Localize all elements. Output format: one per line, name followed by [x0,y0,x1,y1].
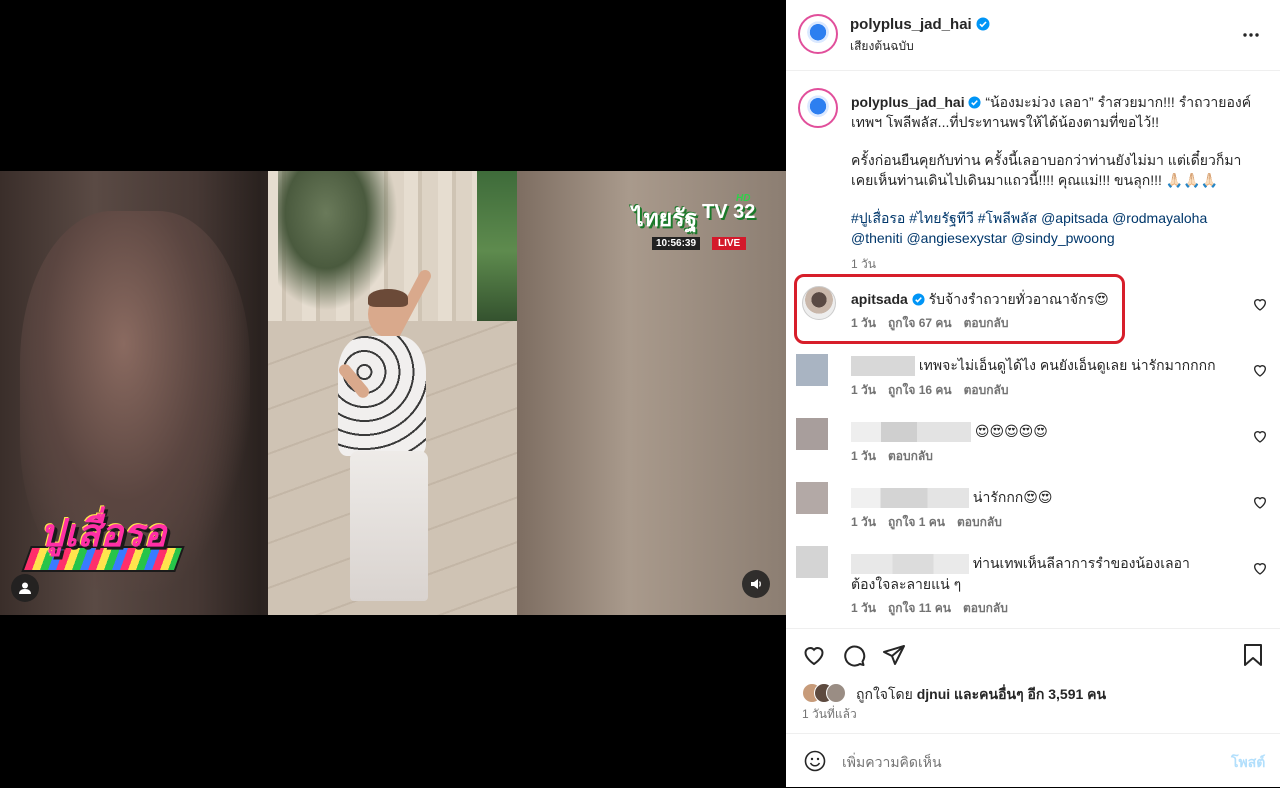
comment-item: 😍😍😍😍😍 1 วัน ตอบกลับ [851,421,1231,466]
blurred-username [851,356,915,377]
reply-button[interactable]: ตอบกลับ [963,601,1008,615]
blurred-avatar [796,418,828,450]
comment-icon[interactable] [842,643,866,667]
blurred-avatar [796,354,828,386]
sound-toggle-button[interactable] [742,570,770,598]
reply-button[interactable]: ตอบกลับ [888,449,933,463]
comment-heart-icon[interactable] [1252,494,1268,510]
verified-icon [968,96,982,109]
channel-name: ไทยรัฐ [632,205,698,231]
more-horizontal-icon[interactable] [1242,27,1260,43]
video-frame [268,171,517,615]
live-badge: LIVE [712,237,747,250]
live-timestamp: 10:56:39 [652,237,701,250]
liker-username[interactable]: djnui [917,686,950,702]
blurred-avatar [796,482,828,514]
caption-avatar[interactable] [798,88,838,128]
caption-time: 1 วัน [851,257,876,271]
comment-heart-icon[interactable] [1252,296,1268,312]
comment-username[interactable]: apitsada [851,291,908,307]
child-hair [368,289,408,307]
comment-text: รับจ้างรำถวายทั่วอาณาจักร😍 [928,291,1109,307]
post-panel: polyplus_jad_hai เสียงต้นฉบับ polyplus_j… [786,0,1280,787]
comment-heart-icon[interactable] [1252,428,1268,444]
caption-username[interactable]: polyplus_jad_hai [851,94,965,110]
comment-item: ท่านเทพเห็นลีลาการรำของน้องเลอา ต้องใจละ… [851,553,1231,618]
audio-label[interactable]: เสียงต้นฉบับ [850,37,914,56]
comment-time: 1 วัน [851,515,876,530]
blurred-username [851,422,971,443]
verified-icon [976,17,990,31]
liker-avatars [802,683,846,703]
user-icon [19,582,31,594]
comment-text: เทพจะไม่เอ็นดูได้ไง คนยังเอ็นดูเลย น่ารั… [918,357,1216,373]
reply-button[interactable]: ตอบกลับ [964,383,1009,397]
caption-text-2: ครั้งก่อนยืนคุยกับท่าน ครั้งนี้เลอาบอกว่… [851,152,1242,188]
comment-item: apitsada รับจ้างรำถวายทั่วอาณาจักร😍 1 วั… [851,289,1231,333]
bookmark-icon[interactable] [1242,643,1264,667]
child-top [338,336,426,456]
reply-button[interactable]: ตอบกลับ [964,316,1009,330]
comment-heart-icon[interactable] [1252,362,1268,378]
media-viewer: ไทยรัฐ TV 32 HD 10:56:39 LIVE ปูเสื่อรอ [0,0,786,787]
reply-button[interactable]: ตอบกลับ [957,515,1002,529]
header-username[interactable]: polyplus_jad_hai [850,16,972,33]
likes-prefix: ถูกใจโดย [856,686,913,702]
comment-input[interactable] [840,749,1204,775]
user-tags-button[interactable] [11,574,39,602]
comment-item: เทพจะไม่เอ็นดูได้ไง คนยังเอ็นดูเลย น่ารั… [851,355,1231,400]
comment-item: น่ารักกก😍😍 1 วัน ถูกใจ 1 คน ตอบกลับ [851,487,1231,532]
blurred-username [851,488,969,509]
comment-time: 1 วัน [851,601,876,616]
send-icon[interactable] [882,643,906,667]
channel-hd: HD [736,193,751,204]
comment-avatar[interactable] [802,286,836,320]
comment-time: 1 วัน [851,316,876,330]
emoji-icon[interactable] [804,750,826,772]
header-user: polyplus_jad_hai [850,16,990,34]
caption: polyplus_jad_hai “น้องมะม่วง เลอา” รำสวย… [851,92,1261,274]
blurred-username [851,554,969,575]
channel-logo: ไทยรัฐ TV 32 HD 10:56:39 LIVE [632,193,766,253]
post-time: 1 วันที่แล้ว [802,707,857,721]
avatar[interactable] [798,14,838,54]
likes-count[interactable]: และคนอื่นๆ อีก 3,591 คน [954,686,1106,702]
add-comment-bar: โพสต์ [786,733,1280,788]
verified-icon [912,293,925,306]
likes-summary[interactable]: ถูกใจโดย djnui และคนอื่นๆ อีก 3,591 คน [856,684,1106,706]
comment-likes[interactable]: ถูกใจ 16 คน [888,383,952,397]
comment-likes[interactable]: ถูกใจ 11 คน [888,601,951,615]
comment-time: 1 วัน [851,383,876,398]
show-logo: ปูเสื่อรอ [21,500,192,572]
comment-time: 1 วัน [851,449,876,464]
comment-likes[interactable]: ถูกใจ 1 คน [888,515,945,529]
show-logo-text: ปูเสื่อรอ [40,513,167,555]
comment-likes[interactable]: ถูกใจ 67 คน [888,316,952,330]
comment-text: 😍😍😍😍😍 [974,423,1048,439]
caption-hashtags[interactable]: #ปูเสื่อรอ #ไทยรัฐทีวี #โพลีพลัส @apitsa… [851,208,1261,248]
heart-icon[interactable] [802,643,826,667]
video-trees [477,171,517,331]
blurred-avatar [796,546,828,578]
comment-text: น่ารักกก😍😍 [972,489,1053,505]
post-actions [786,628,1280,667]
post-comment-button[interactable]: โพสต์ [1231,752,1265,774]
post-header: polyplus_jad_hai เสียงต้นฉบับ [786,0,1280,71]
comment-heart-icon[interactable] [1252,560,1268,576]
channel-tv: TV 32 [702,201,756,223]
child-pants [350,451,428,601]
speaker-icon [751,579,761,589]
